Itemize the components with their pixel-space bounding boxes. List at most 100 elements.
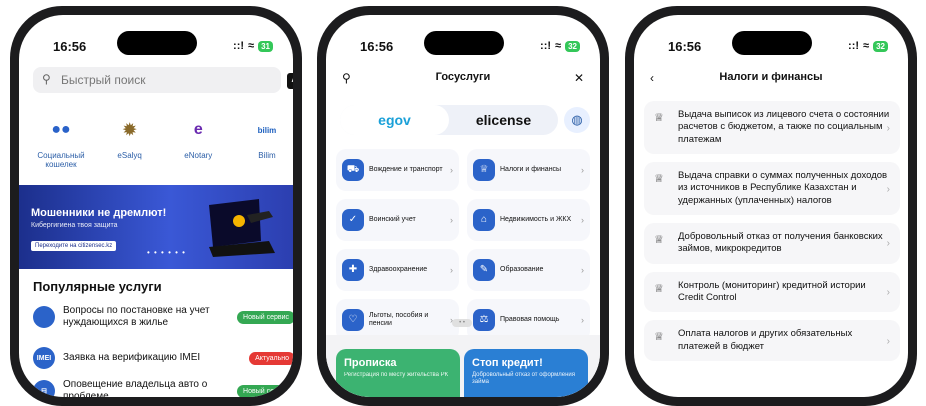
search-placeholder: Быстрый поиск [61,73,146,87]
category-icon: ✚ [342,259,364,281]
dynamic-island [117,31,197,55]
chevron-right-icon: › [450,264,453,275]
signal-icon: ::! [233,40,245,52]
ai-assistant-button[interactable]: AI [287,73,293,89]
wifi-icon: ≈ [248,40,255,52]
chevron-right-icon: › [581,264,584,275]
category-label: Льготы, пособия и пенсии [369,311,429,327]
tax-service-item[interactable]: ♕ Добровольный отказ от получения банковс… [644,223,900,264]
category-label: Налоги и финансы [500,165,562,173]
chevron-right-icon: › [886,238,890,250]
signal-icon: ::! [540,40,552,52]
chevron-right-icon: › [581,164,584,175]
tax-service-item[interactable]: ♕ Выдача выписок из лицевого счета о сост… [644,101,900,155]
promo-title: Прописка [344,357,397,369]
service-label: Вопросы по постановке на учет нуждающихс… [63,305,210,328]
finance-icon: ♕ [654,282,664,295]
battery-icon: 31 [258,40,273,52]
category-icon: ♡ [342,309,364,331]
tax-service-item[interactable]: ♕ Оплата налогов и других обязательных пл… [644,320,900,362]
app-shortcut[interactable]: ●● Социальный кошелек [29,115,93,169]
categories-grid: ⛟ Вождение и транспорт › ♕ Налоги и финансы ›… [336,149,590,341]
service-row[interactable]: IMEI Заявка на верификацию IMEI Актуально [33,347,293,369]
clock: 16:56 [53,39,87,54]
finance-icon: ♕ [654,331,664,344]
category-card[interactable]: ✓ Воинский учет › [336,199,459,241]
signal-icon: ::! [848,40,860,52]
finance-icon: ♕ [654,112,664,124]
chevron-right-icon: › [450,214,453,225]
tax-service-item[interactable]: ♕ Контроль (мониторинг) кредитной истории… [644,271,900,313]
laptop-hand-illustration [209,199,275,257]
category-label: Правовая помощь [500,315,560,323]
dynamic-island [732,31,812,55]
tax-service-item[interactable]: ♕ Выдача справки о суммах полученных дохо… [644,162,900,216]
category-card[interactable]: ⌂ Недвижимость и ЖКХ › [467,199,590,241]
battery-icon: 32 [873,40,888,52]
category-icon: ✎ [473,259,495,281]
tab-elicense[interactable]: elicense [449,105,558,135]
promo-title: Стоп кредит! [472,357,543,369]
promo-banner[interactable]: Мошенники не дремлют! Кибергигиена твоя … [19,185,293,269]
portal-switch: egov elicense [340,105,558,135]
back-icon[interactable]: ‹ [650,71,654,85]
home-screen: 16:56 ::! ≈ 31 ⚲ Быстрый поиск AI ●●Соци… [19,15,293,397]
category-card[interactable]: ✎ Образование › [467,249,590,291]
page-title: Налоги и финансы [719,71,823,83]
tax-service-label: Оплата налогов и других обязательных пла… [678,328,853,352]
esalyq-icon: ✹ [122,122,137,139]
close-icon[interactable]: ✕ [574,71,584,85]
banner-pagination: • • • • • • [147,248,186,257]
category-label: Образование [500,265,544,273]
search-icon: ⚲ [42,72,51,86]
category-icon: ⛟ [342,159,364,181]
tax-services-list: ♕ Выдача выписок из лицевого счета о сост… [644,101,900,369]
app-shortcut[interactable]: bilim Bilim [235,115,293,169]
app-label: eNotary [184,151,213,160]
header: ‹ Налоги и финансы [634,71,908,91]
app-shortcut[interactable]: ✹ eSalyq [98,115,162,169]
tax-service-label: Выдача справки о суммах полученных доход… [678,170,888,206]
header: ⚲ Госуслуги ✕ [326,71,600,91]
social-wallet-icon: ●● [51,121,71,138]
app-shortcut[interactable]: e eNotary [166,115,230,169]
finance-icon: ♕ [654,173,664,186]
category-card[interactable]: ♕ Налоги и финансы › [467,149,590,191]
promo-card-stop-credit[interactable]: Стоп кредит! Добровольный отказ от оформ… [464,349,588,397]
service-badge: Новый сервис [237,310,293,324]
service-label: Заявка на верификацию IMEI [63,352,201,363]
clock: 16:56 [360,39,394,54]
battery-icon: 32 [565,40,580,52]
tab-egov[interactable]: egov [340,105,449,135]
banner-link[interactable]: Переходите на citizensec.kz [31,241,117,251]
quick-apps-row: ●● Социальный кошелек ✹ eSalyq e eNotary bilim… [29,115,293,169]
search-input[interactable]: ⚲ Быстрый поиск [33,67,281,93]
service-badge: Новый сервис [237,384,293,397]
category-card[interactable]: ⛟ Вождение и транспорт › [336,149,459,191]
service-badge: Актуально [249,351,293,365]
service-row[interactable]: Вопросы по постановке на учет нуждающихс… [33,305,293,329]
promo-subtitle: Добровольный отказ от оформления займа [472,372,576,386]
status-bar: 16:56 ::! ≈ 31 [19,15,293,59]
service-icon: ⊟ [33,380,55,397]
chevron-right-icon: › [581,314,584,325]
tax-service-label: Выдача выписок из лицевого счета о состо… [678,109,890,145]
app-label: Социальный кошелек [37,151,85,169]
promo-subtitle: Регистрация по месту жительства РК [344,372,449,378]
gosuslugi-screen: 16:56 ::! ≈ 32 ⚲ Госуслуги ✕ egov elicen… [326,15,600,397]
service-icon [33,306,55,328]
category-card[interactable]: ✚ Здравоохранение › [336,249,459,291]
wifi-icon: ≈ [863,40,870,52]
service-row[interactable]: ⊟ Оповещение владельца авто о проблеме Нов… [33,379,293,397]
app-label: Bilim [258,151,276,160]
language-globe-icon[interactable]: ◍ [564,107,590,133]
chevron-right-icon: › [886,122,890,134]
chevron-right-icon: › [581,214,584,225]
taxes-screen: 16:56 ::! ≈ 32 ‹ Налоги и финансы ♕ Выдач… [634,15,908,397]
category-label: Вождение и транспорт [369,165,443,173]
chevron-right-icon: › [886,335,890,347]
search-icon[interactable]: ⚲ [342,71,351,85]
promo-card-propiska[interactable]: Прописка Регистрация по месту жительства… [336,349,460,397]
category-icon: ⌂ [473,209,495,231]
category-label: Воинский учет [369,215,416,223]
